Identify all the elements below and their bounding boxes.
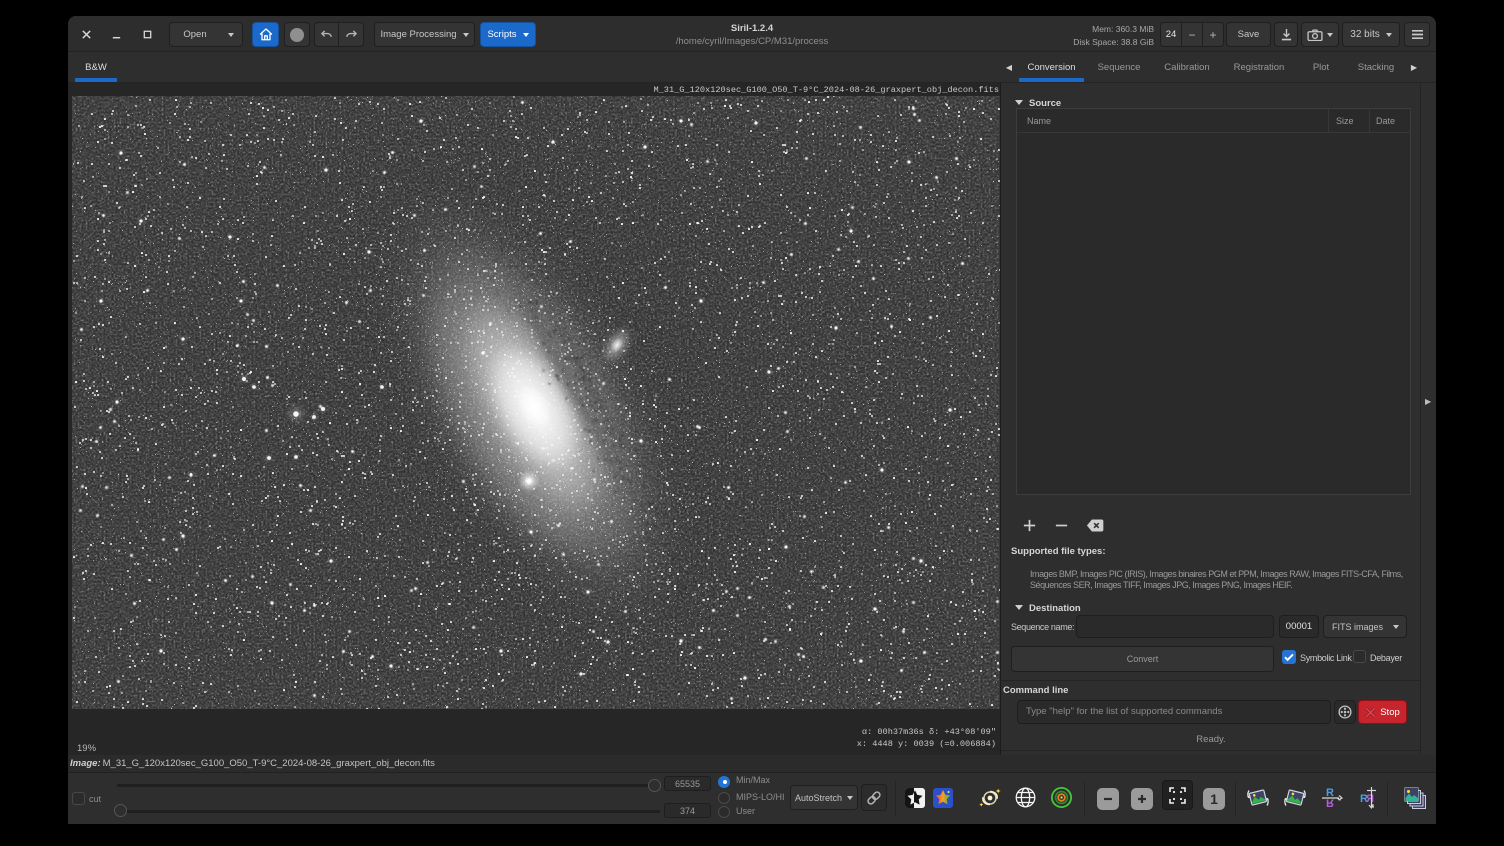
svg-text:R: R — [1366, 793, 1374, 805]
